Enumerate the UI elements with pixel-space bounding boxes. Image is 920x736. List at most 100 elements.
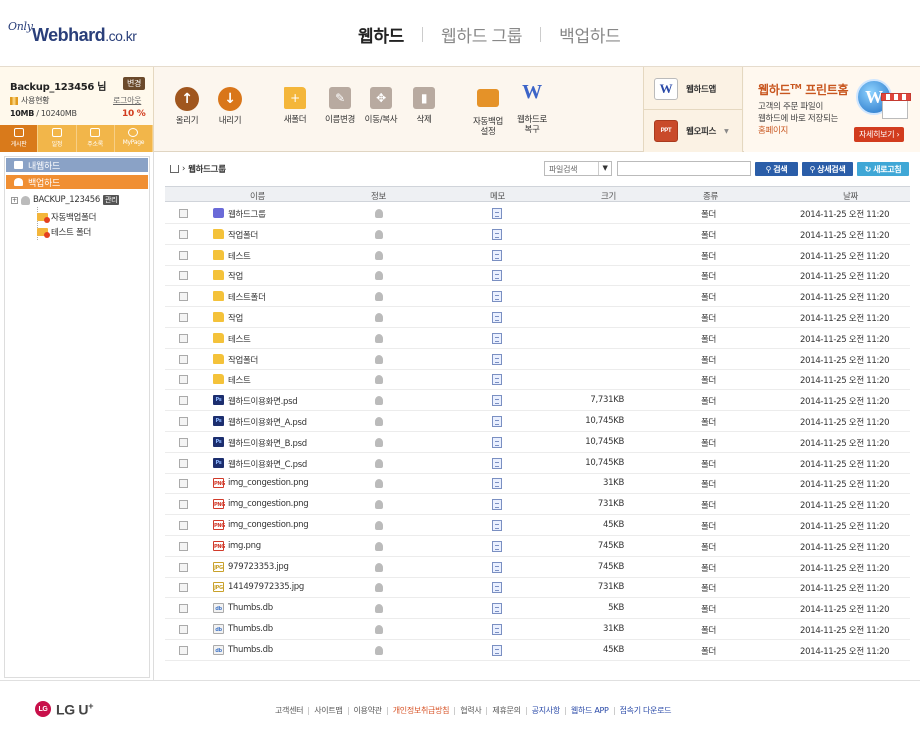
table-row[interactable]: 테스트 폴더 2014-11-25 오전 11:20 <box>165 245 910 266</box>
row-checkbox[interactable] <box>179 458 188 468</box>
column-date[interactable]: 날짜 <box>843 190 858 202</box>
footer-link[interactable]: 개인정보취급방침 <box>388 705 454 716</box>
user-info-icon[interactable] <box>375 292 383 302</box>
delete-button[interactable]: ▮ 삭제 <box>394 87 454 125</box>
memo-icon[interactable] <box>492 540 502 552</box>
footer-link[interactable]: 사이트맵 <box>309 705 347 716</box>
memo-icon[interactable] <box>492 436 502 448</box>
table-row[interactable]: 테스트 폴더 2014-11-25 오전 11:20 <box>165 369 910 391</box>
user-info-icon[interactable] <box>375 583 383 593</box>
webhard-logo[interactable]: Only Webhard.co.kr <box>8 14 168 54</box>
row-checkbox[interactable] <box>179 541 188 551</box>
tree-item-test-folder[interactable]: 테스트 폴더 <box>37 226 91 238</box>
user-info-icon[interactable] <box>375 479 383 489</box>
footer-link[interactable]: 제휴문의 <box>487 705 525 716</box>
table-row[interactable]: Ps 웹하드이용화면.psd 7,731KB 폴더 2014-11-25 오전 11:2… <box>165 390 910 412</box>
download-button[interactable]: ↓ 내리기 <box>200 87 260 126</box>
file-name[interactable]: 작업폴더 <box>228 229 258 241</box>
memo-icon[interactable] <box>492 561 502 573</box>
memo-icon[interactable] <box>492 332 502 344</box>
memo-icon[interactable] <box>492 582 502 594</box>
search-button[interactable]: ⚲ 검색 <box>755 162 798 176</box>
file-name[interactable]: 작업 <box>228 270 243 282</box>
table-row[interactable]: PNG img_congestion.png 731KB 폴더 2014-11-25 오… <box>165 494 910 516</box>
table-row[interactable]: db Thumbs.db 31KB 폴더 2014-11-25 오전 11:20 <box>165 619 910 640</box>
table-row[interactable]: Ps 웹하드이용화면_C.psd 10,745KB 폴더 2014-11-25 오전 1… <box>165 453 910 474</box>
user-info-icon[interactable] <box>375 375 383 385</box>
table-row[interactable]: 작업 폴더 2014-11-25 오전 11:20 <box>165 307 910 328</box>
file-name[interactable]: 웹하드그룹 <box>228 208 266 220</box>
quick-board-button[interactable]: 게시판 <box>0 125 39 152</box>
row-checkbox[interactable] <box>179 604 188 614</box>
tree-root[interactable]: + BACKUP_123456 관리 <box>11 195 120 205</box>
table-row[interactable]: 작업폴더 폴더 2014-11-25 오전 11:20 <box>165 349 910 370</box>
tab-webhard-group[interactable]: 웹하드 그룹 <box>423 22 540 47</box>
column-name[interactable]: 이름 <box>250 190 265 202</box>
file-name[interactable]: 웹하드이용화면_A.psd <box>228 416 307 428</box>
tab-webhard[interactable]: 웹하드 <box>340 22 422 47</box>
lg-uplus-logo[interactable]: LG LG U+ <box>35 701 94 718</box>
user-info-icon[interactable] <box>375 209 383 218</box>
table-row[interactable]: JPG 979723353.jpg 745KB 폴더 2014-11-25 오전 11:… <box>165 557 910 578</box>
user-info-icon[interactable] <box>375 313 383 322</box>
user-info-icon[interactable] <box>375 500 383 510</box>
row-checkbox[interactable] <box>179 375 188 385</box>
tab-backup-hard[interactable]: 백업하드 <box>541 22 638 47</box>
file-name[interactable]: 테스트 <box>228 374 251 386</box>
memo-icon[interactable] <box>492 416 502 427</box>
user-info-icon[interactable] <box>375 354 383 364</box>
user-info-icon[interactable] <box>375 458 383 468</box>
memo-icon[interactable] <box>492 478 502 490</box>
table-row[interactable]: db Thumbs.db 45KB 폴더 2014-11-25 오전 11:20 <box>165 640 910 661</box>
detail-search-button[interactable]: ⚲ 상세검색 <box>802 162 853 176</box>
memo-icon[interactable] <box>492 395 502 407</box>
file-name[interactable]: 웹하드이용화면_C.psd <box>228 458 307 470</box>
restore-to-webhard-button[interactable]: W 웹하드로 복구 <box>502 82 562 135</box>
file-name[interactable]: 웹하드이용화면.psd <box>228 395 298 407</box>
user-info-icon[interactable] <box>375 229 383 239</box>
table-row[interactable]: 웹하드그룹 폴더 2014-11-25 오전 11:20 <box>165 203 910 224</box>
web-office-link[interactable]: PPT 웹오피스 ▼ <box>654 118 729 144</box>
expand-toggle-icon[interactable]: + <box>11 196 18 204</box>
memo-icon[interactable] <box>492 520 502 531</box>
promo-more-button[interactable]: 자세히보기 › <box>854 127 905 142</box>
user-info-icon[interactable] <box>375 541 383 551</box>
footer-link[interactable]: 접속기 다운로드 <box>615 705 677 716</box>
table-row[interactable]: 작업 폴더 2014-11-25 오전 11:20 <box>165 265 910 287</box>
row-checkbox[interactable] <box>179 250 188 260</box>
memo-icon[interactable] <box>492 353 502 365</box>
file-name[interactable]: 작업 <box>228 312 243 324</box>
search-type-select[interactable]: 파일검색 ▼ <box>544 161 612 176</box>
quick-calendar-button[interactable]: 일정 <box>38 125 77 152</box>
column-kind[interactable]: 종류 <box>703 190 718 202</box>
file-name[interactable]: 979723353.jpg <box>228 562 289 572</box>
row-checkbox[interactable] <box>179 271 188 281</box>
file-name[interactable]: 테스트 <box>228 333 251 345</box>
table-row[interactable]: db Thumbs.db 5KB 폴더 2014-11-25 오전 11:20 <box>165 598 910 620</box>
memo-icon[interactable] <box>492 270 502 282</box>
file-name[interactable]: Thumbs.db <box>228 645 273 655</box>
user-info-icon[interactable] <box>375 645 383 655</box>
memo-icon[interactable] <box>492 312 502 323</box>
quick-address-button[interactable]: 주소록 <box>76 125 115 152</box>
row-checkbox[interactable] <box>179 313 188 322</box>
file-name[interactable]: 테스트폴더 <box>228 291 266 303</box>
footer-link[interactable]: 웹하드 APP <box>566 705 614 716</box>
user-info-icon[interactable] <box>375 437 383 447</box>
table-row[interactable]: Ps 웹하드이용화면_A.psd 10,745KB 폴더 2014-11-25 오전 1… <box>165 411 910 432</box>
row-checkbox[interactable] <box>179 333 188 343</box>
file-name[interactable]: 141497972335.jpg <box>228 582 304 592</box>
footer-link[interactable]: 이용약관 <box>349 705 387 716</box>
user-info-icon[interactable] <box>375 604 383 614</box>
webhard-app-link[interactable]: W 웹하드앱 <box>654 76 716 102</box>
file-name[interactable]: img_congestion.png <box>228 499 309 509</box>
file-name[interactable]: img_congestion.png <box>228 520 309 530</box>
table-row[interactable]: 테스트폴더 폴더 2014-11-25 오전 11:20 <box>165 286 910 308</box>
memo-icon[interactable] <box>492 228 502 240</box>
row-checkbox[interactable] <box>179 625 188 634</box>
file-name[interactable]: img.png <box>228 541 261 551</box>
refresh-button[interactable]: ↻ 새로고침 <box>857 162 909 176</box>
memo-icon[interactable] <box>492 208 502 219</box>
table-row[interactable]: Ps 웹하드이용화면_B.psd 10,745KB 폴더 2014-11-25 오전 1… <box>165 432 910 453</box>
file-name[interactable]: 웹하드이용화면_B.psd <box>228 437 307 449</box>
